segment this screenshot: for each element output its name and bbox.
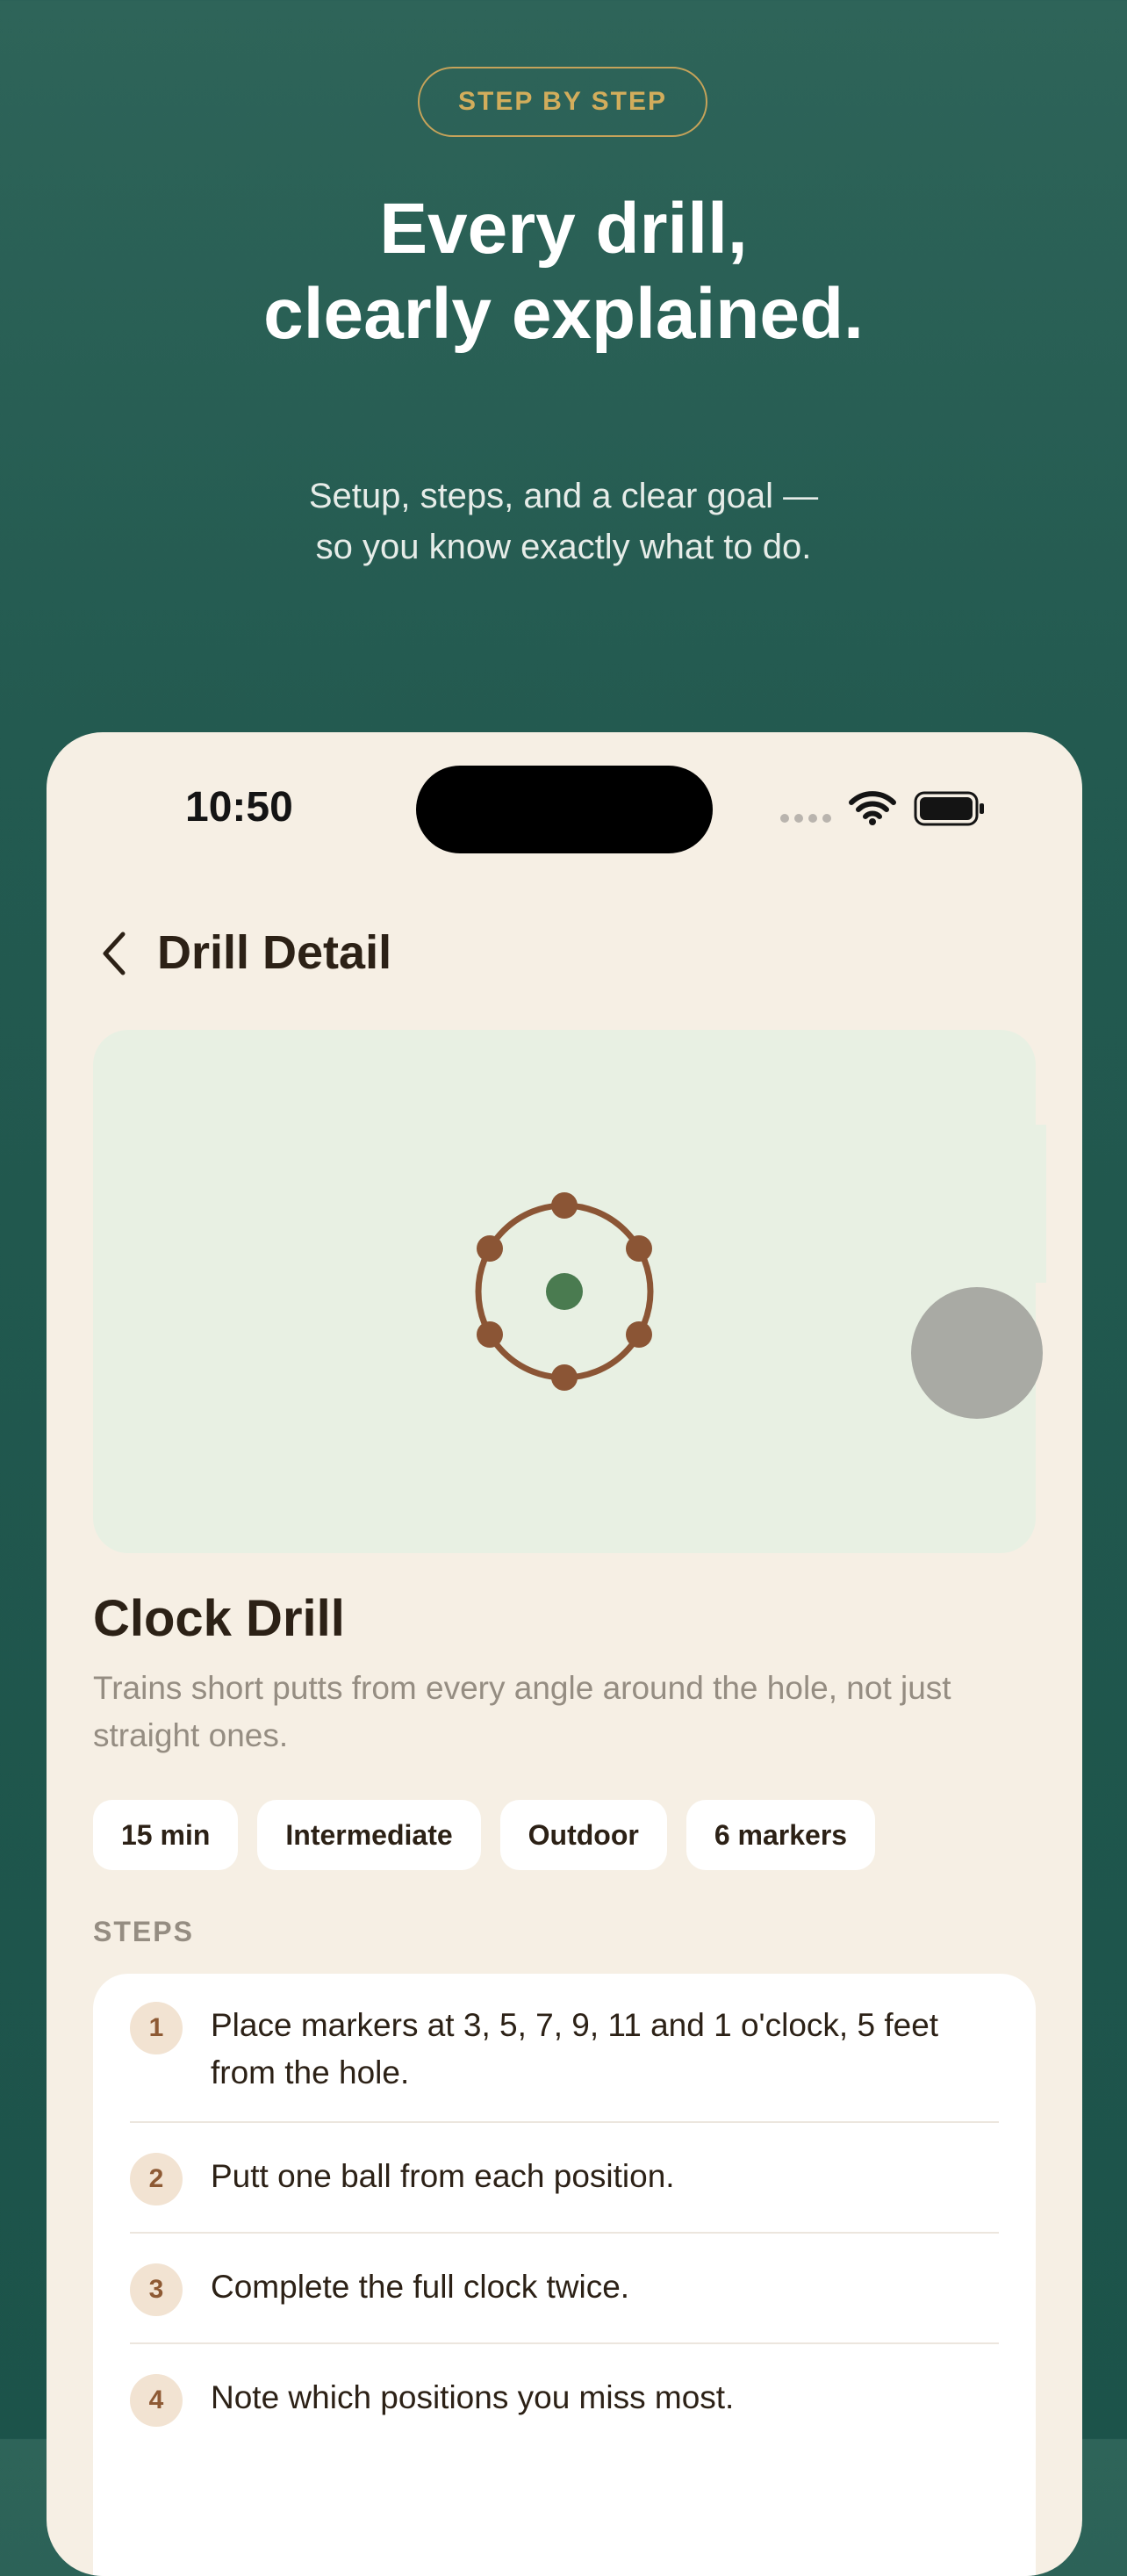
clock-marker xyxy=(551,1364,578,1391)
subhead-line-2: so you know exactly what to do. xyxy=(315,528,812,566)
step-item: 1 Place markers at 3, 5, 7, 9, 11 and 1 … xyxy=(130,2002,999,2097)
clock-drill-diagram xyxy=(475,1192,654,1391)
drill-description: Trains short putts from every angle arou… xyxy=(93,1670,951,1753)
drill-title: Clock Drill xyxy=(93,1590,345,1647)
tag-level: Intermediate xyxy=(257,1800,481,1870)
chevron-left-icon xyxy=(103,932,126,975)
step-item: 2 Putt one ball from each position. xyxy=(130,2153,999,2205)
clock-marker xyxy=(551,1192,578,1219)
phone-screen: 10:50 Drill Detail Clock Drill Trains sh… xyxy=(47,732,1082,2576)
clock-marker xyxy=(626,1235,652,1262)
divider xyxy=(130,2121,999,2123)
dynamic-island xyxy=(416,766,713,853)
steps-list: 1 Place markers at 3, 5, 7, 9, 11 and 1 … xyxy=(93,1974,1036,2576)
headline-line-2: clearly explained. xyxy=(263,274,864,354)
step-text: Place markers at 3, 5, 7, 9, 11 and 1 o'… xyxy=(211,2007,939,2090)
step-item: 4 Note which positions you miss most. xyxy=(130,2374,999,2427)
step-item: 3 Complete the full clock twice. xyxy=(130,2263,999,2316)
drill-tags: 15 min Intermediate Outdoor 6 markers xyxy=(93,1800,876,1870)
step-text: Note which positions you miss most. xyxy=(211,2379,735,2415)
step-by-step-badge: STEP BY STEP xyxy=(418,67,707,137)
floating-panel-shape xyxy=(878,1125,1046,1283)
promo-subhead: Setup, steps, and a clear goal — so you … xyxy=(0,471,1127,572)
clock-marker xyxy=(477,1321,503,1348)
hole-marker xyxy=(546,1273,583,1310)
clock-marker xyxy=(477,1235,503,1262)
steps-section-label: STEPS xyxy=(93,1916,194,1947)
headline-line-1: Every drill, xyxy=(379,189,748,269)
subhead-line-1: Setup, steps, and a clear goal — xyxy=(308,477,819,515)
back-button[interactable] xyxy=(92,927,136,980)
tag-location: Outdoor xyxy=(499,1800,667,1870)
step-number-badge: 2 xyxy=(130,2153,183,2205)
divider xyxy=(130,2342,999,2344)
status-time: 10:50 xyxy=(185,784,293,831)
wifi-icon xyxy=(849,791,896,825)
tag-duration: 15 min xyxy=(93,1800,239,1870)
clock-marker xyxy=(626,1321,652,1348)
step-text: Complete the full clock twice. xyxy=(211,2269,630,2305)
divider xyxy=(130,2232,999,2234)
promo-headline: Every drill, clearly explained. xyxy=(0,186,1127,356)
battery-icon xyxy=(914,791,984,826)
step-text: Putt one ball from each position. xyxy=(211,2158,675,2194)
cellular-signal-icon xyxy=(780,814,831,823)
page-title: Drill Detail xyxy=(157,926,392,979)
step-number-badge: 1 xyxy=(130,2002,183,2054)
drill-diagram-card xyxy=(93,1030,1036,1553)
tag-equipment: 6 markers xyxy=(686,1800,876,1870)
floating-ball-shape xyxy=(911,1287,1043,1419)
step-number-badge: 4 xyxy=(130,2374,183,2427)
step-number-badge: 3 xyxy=(130,2263,183,2316)
